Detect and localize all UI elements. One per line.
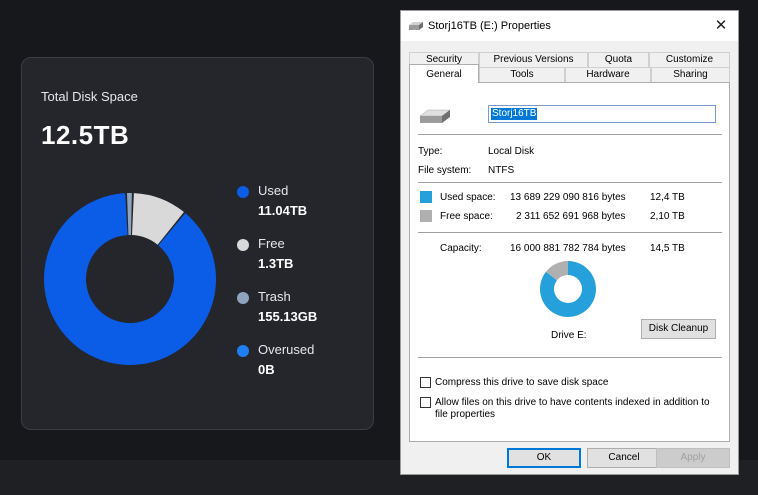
drive-icon bbox=[409, 22, 423, 30]
legend-dot-overused bbox=[237, 345, 249, 357]
ring-segment-trash bbox=[126, 193, 132, 236]
dialog-title: Storj16TB (E:) Properties bbox=[428, 20, 551, 32]
legend-dot-free bbox=[237, 239, 249, 251]
tab-sharing[interactable]: Sharing bbox=[651, 67, 730, 82]
used-space-size: 12,4 TB bbox=[650, 192, 685, 203]
type-value: Local Disk bbox=[488, 146, 535, 157]
drive-large-icon bbox=[420, 109, 450, 123]
legend-value-overused: 0B bbox=[258, 362, 275, 377]
free-space-size: 2,10 TB bbox=[650, 211, 685, 222]
free-space-swatch bbox=[420, 210, 432, 222]
disk-usage-donut bbox=[44, 193, 216, 365]
legend-value-free: 1.3TB bbox=[258, 256, 294, 271]
legend-label-free: Free bbox=[258, 236, 285, 251]
dialog-titlebar[interactable]: Storj16TB (E:) Properties ✕ bbox=[401, 11, 738, 41]
close-icon[interactable]: ✕ bbox=[710, 16, 732, 36]
divider bbox=[418, 134, 722, 135]
drive-name-input[interactable]: Storj16TB bbox=[488, 105, 716, 123]
file-system-label: File system: bbox=[418, 165, 472, 176]
legend-label-used: Used bbox=[258, 183, 289, 198]
free-space-label: Free space: bbox=[440, 211, 493, 222]
compress-drive-checkbox[interactable] bbox=[420, 377, 431, 388]
tab-tools[interactable]: Tools bbox=[479, 67, 565, 82]
used-space-swatch bbox=[420, 191, 432, 203]
index-drive-label-line1: Allow files on this drive to have conten… bbox=[435, 397, 710, 408]
tab-quota[interactable]: Quota bbox=[588, 52, 649, 67]
legend-dot-trash bbox=[237, 292, 249, 304]
divider bbox=[418, 357, 722, 358]
legend-label-trash: Trash bbox=[258, 289, 291, 304]
legend-label-overused: Overused bbox=[258, 342, 315, 357]
legend-dot-used bbox=[237, 186, 249, 198]
drive-label: Drive E: bbox=[551, 330, 587, 341]
ok-button[interactable]: OK bbox=[507, 448, 581, 468]
legend-value-used: 11.04TB bbox=[258, 203, 308, 218]
divider bbox=[418, 182, 722, 183]
used-space-bytes: 13 689 229 090 816 bytes bbox=[510, 192, 626, 203]
free-space-bytes: 2 311 652 691 968 bytes bbox=[516, 211, 626, 222]
capacity-size: 14,5 TB bbox=[650, 243, 685, 254]
compress-drive-label: Compress this drive to save disk space bbox=[435, 377, 609, 388]
drive-usage-ring bbox=[540, 261, 596, 317]
tab-hardware[interactable]: Hardware bbox=[565, 67, 651, 82]
cancel-button[interactable]: Cancel bbox=[587, 448, 661, 468]
capacity-bytes: 16 000 881 782 784 bytes bbox=[510, 243, 626, 254]
tab-customize[interactable]: Customize bbox=[649, 52, 730, 67]
disk-space-card: Total Disk Space 12.5TB Used 11.04TB Fre… bbox=[21, 57, 374, 430]
used-space-label: Used space: bbox=[440, 192, 496, 203]
tab-general[interactable]: General bbox=[409, 64, 479, 83]
legend-value-trash: 155.13GB bbox=[258, 309, 318, 324]
index-drive-label-line2: file properties bbox=[435, 409, 496, 420]
card-title: Total Disk Space bbox=[41, 89, 138, 104]
tab-previous-versions[interactable]: Previous Versions bbox=[479, 52, 588, 67]
apply-button[interactable]: Apply bbox=[656, 448, 730, 468]
disk-cleanup-button[interactable]: Disk Cleanup bbox=[641, 319, 716, 339]
total-disk-space-value: 12.5TB bbox=[41, 120, 130, 150]
divider bbox=[418, 232, 722, 233]
capacity-label: Capacity: bbox=[440, 243, 482, 254]
index-drive-checkbox[interactable] bbox=[420, 397, 431, 408]
drive-name-value: Storj16TB bbox=[491, 108, 538, 120]
type-label: Type: bbox=[418, 146, 443, 157]
file-system-value: NTFS bbox=[488, 165, 515, 176]
drive-properties-dialog: Storj16TB (E:) Properties ✕ Security Pre… bbox=[400, 10, 739, 475]
general-tab-panel: Storj16TB Type: Local Disk File system: … bbox=[409, 82, 730, 442]
